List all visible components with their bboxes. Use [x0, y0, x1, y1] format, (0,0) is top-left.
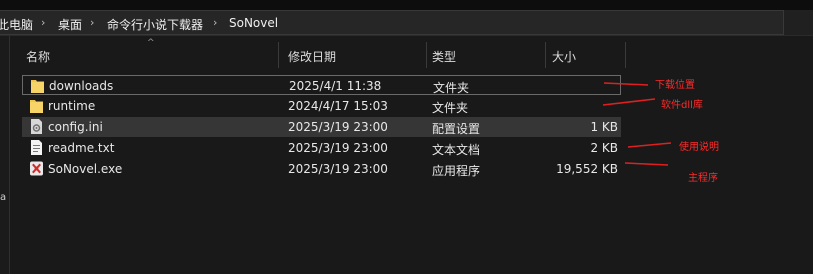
file-modified: 2024/4/17 15:03 — [288, 99, 388, 113]
file-name: readme.txt — [48, 141, 115, 155]
file-row[interactable]: SoNovel.exe 2025/3/19 23:00 应用程序 19,552 … — [22, 159, 621, 179]
column-divider[interactable] — [426, 42, 427, 68]
annotation-readme: 使用说明 — [679, 142, 719, 153]
file-row[interactable]: downloads 2025/4/1 11:38 文件夹 — [22, 75, 621, 95]
column-name[interactable]: 名称 — [26, 48, 50, 65]
annotation-download-location: 下载位置 — [655, 80, 695, 91]
annotation-main-program: 主程序 — [688, 173, 718, 184]
file-type: 文件夹 — [433, 81, 470, 95]
file-modified: 2025/3/19 23:00 — [288, 162, 388, 176]
file-type: 文本文档 — [432, 143, 481, 157]
file-size: 1 KB — [590, 120, 618, 134]
address-box[interactable]: 此电脑 › 桌面 › 命令行小说下载器 › SoNovel — [0, 10, 784, 35]
file-name: runtime — [48, 99, 96, 113]
column-type[interactable]: 类型 — [432, 48, 456, 65]
breadcrumb-current[interactable]: SoNovel — [229, 16, 278, 30]
file-name: SoNovel.exe — [48, 162, 123, 176]
file-row[interactable]: readme.txt 2025/3/19 23:00 文本文档 2 KB — [22, 138, 621, 158]
file-type: 应用程序 — [432, 164, 481, 178]
text-file-icon — [31, 140, 42, 155]
file-name: config.ini — [48, 120, 103, 134]
navigation-pane[interactable]: a — [0, 36, 10, 274]
annotation-dll-library: 软件dll库 — [661, 100, 703, 111]
folder-icon — [31, 80, 44, 93]
breadcrumb-this-pc[interactable]: 此电脑 — [0, 16, 33, 33]
file-modified: 2025/3/19 23:00 — [288, 120, 388, 134]
column-divider[interactable] — [625, 42, 626, 68]
file-size: 19,552 KB — [556, 162, 618, 176]
file-name: downloads — [49, 79, 114, 93]
file-type: 文件夹 — [432, 101, 469, 115]
file-size: 2 KB — [590, 141, 618, 155]
column-header: 名称 修改日期 类型 大小 — [10, 37, 813, 70]
column-size[interactable]: 大小 — [552, 48, 576, 65]
exe-icon — [30, 161, 43, 176]
chevron-right-icon[interactable]: › — [41, 16, 45, 29]
column-modified[interactable]: 修改日期 — [288, 48, 336, 65]
breadcrumb-desktop[interactable]: 桌面 — [58, 16, 82, 33]
breadcrumb-folder[interactable]: 命令行小说下载器 — [107, 16, 203, 33]
chevron-right-icon[interactable]: › — [213, 16, 217, 29]
file-type: 配置设置 — [432, 122, 481, 136]
chevron-right-icon[interactable]: › — [90, 16, 94, 29]
nav-pane-text: a — [0, 192, 7, 203]
file-row[interactable]: config.ini 2025/3/19 23:00 配置设置 1 KB — [22, 117, 621, 137]
folder-icon — [30, 100, 43, 113]
column-divider[interactable] — [278, 42, 279, 68]
file-modified: 2025/3/19 23:00 — [288, 141, 388, 155]
column-divider[interactable] — [545, 42, 546, 68]
title-strip — [0, 0, 813, 10]
file-modified: 2025/4/1 11:38 — [289, 79, 382, 93]
address-bar[interactable]: 此电脑 › 桌面 › 命令行小说下载器 › SoNovel — [0, 10, 813, 36]
settings-file-icon — [31, 119, 42, 134]
file-row[interactable]: runtime 2024/4/17 15:03 文件夹 — [22, 96, 621, 116]
